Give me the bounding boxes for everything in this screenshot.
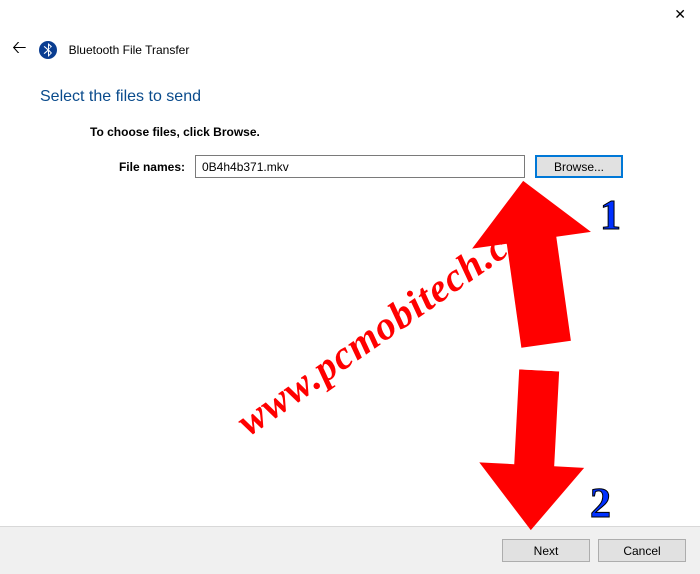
cancel-button[interactable]: Cancel <box>598 539 686 562</box>
window-title: Bluetooth File Transfer <box>69 43 190 57</box>
annotation-number-1: 1 <box>600 192 621 240</box>
instruction-text: To choose files, click Browse. <box>90 125 260 139</box>
annotation-arrow-1 <box>454 171 616 359</box>
file-names-label: File names: <box>115 160 185 174</box>
next-button[interactable]: Next <box>502 539 590 562</box>
close-icon[interactable]: ✕ <box>674 6 686 23</box>
wizard-header: 🡠 Bluetooth File Transfer <box>12 35 189 65</box>
file-names-row: File names: Browse... <box>115 155 623 178</box>
file-names-input[interactable] <box>195 155 525 178</box>
wizard-footer: Next Cancel <box>0 526 700 574</box>
page-heading: Select the files to send <box>40 88 201 106</box>
annotation-overlay: 1 2 www.pcmobitech.com <box>0 0 700 574</box>
watermark-text: www.pcmobitech.com <box>227 192 561 445</box>
browse-button[interactable]: Browse... <box>535 155 623 178</box>
bluetooth-icon <box>39 41 57 59</box>
annotation-arrow-2 <box>466 367 594 533</box>
annotation-number-2: 2 <box>590 480 611 528</box>
back-arrow-icon[interactable]: 🡠 <box>12 35 27 65</box>
